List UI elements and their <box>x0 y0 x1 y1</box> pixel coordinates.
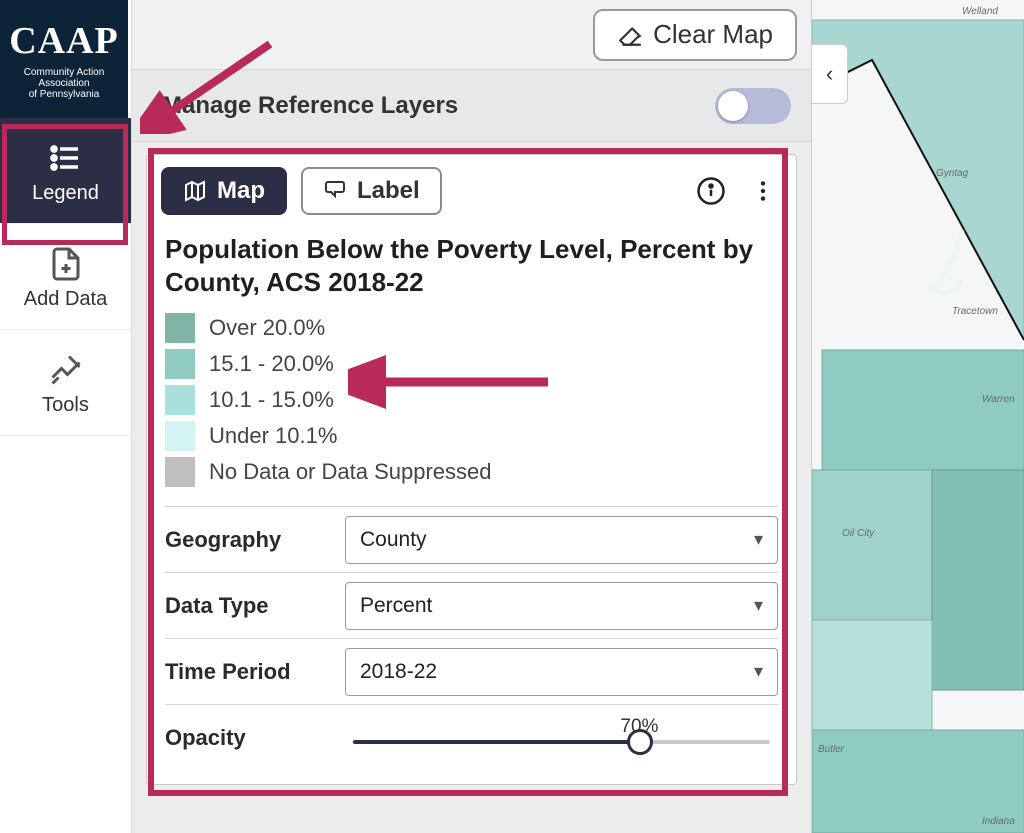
control-opacity: Opacity 70% <box>165 704 778 770</box>
more-vertical-icon <box>750 178 776 204</box>
swatch-0 <box>165 313 195 343</box>
datatype-label: Data Type <box>165 593 345 619</box>
swatch-4 <box>165 457 195 487</box>
legend-panel-column: Clear Map Manage Reference Layers Map La… <box>132 0 812 833</box>
geography-label: Geography <box>165 527 345 553</box>
chevron-down-icon: ▾ <box>754 595 763 616</box>
map-icon <box>183 179 207 203</box>
list-icon <box>48 140 84 176</box>
app-root: CAAP Community Action Association of Pen… <box>0 0 1024 833</box>
map-label-gyntag: Gyntag <box>936 168 968 179</box>
legend-list: Over 20.0% 15.1 - 20.0% 10.1 - 15.0% Und… <box>165 310 778 490</box>
tools-icon <box>48 352 84 388</box>
rail-label-tools: Tools <box>42 394 89 417</box>
tab-map[interactable]: Map <box>161 167 287 215</box>
map-label-warren: Warren <box>982 394 1015 405</box>
legend-row-1: 15.1 - 20.0% <box>165 346 778 382</box>
control-geography: Geography County ▾ <box>165 506 778 572</box>
reference-layers-row: Manage Reference Layers <box>132 70 811 142</box>
legend-row-0: Over 20.0% <box>165 310 778 346</box>
map-canvas[interactable]: ‹ Welland Gyntag Tracetown Warren Oil Ci… <box>812 0 1024 833</box>
tab-label[interactable]: Label <box>301 167 442 215</box>
opacity-value: 70% <box>620 716 658 738</box>
rail-item-legend[interactable]: Legend <box>0 118 131 224</box>
clear-map-label: Clear Map <box>653 19 773 50</box>
chevron-left-icon: ‹ <box>826 61 833 87</box>
layer-card: Map Label Population Below the Poverty L… <box>146 154 797 785</box>
legend-row-2: 10.1 - 15.0% <box>165 382 778 418</box>
legend-row-4: No Data or Data Suppressed <box>165 454 778 490</box>
map-label-oilcity: Oil City <box>842 528 874 539</box>
rail-item-tools[interactable]: Tools <box>0 330 131 436</box>
reference-layers-title: Manage Reference Layers <box>162 92 458 120</box>
rail-item-add-data[interactable]: Add Data <box>0 224 131 330</box>
map-label-welland: Welland <box>962 6 998 17</box>
map-label-tracetown: Tracetown <box>952 306 998 317</box>
swatch-2 <box>165 385 195 415</box>
logo-subtitle: Community Action Association of Pennsylv… <box>24 67 105 100</box>
panel-topbar: Clear Map <box>132 0 811 70</box>
more-button[interactable] <box>744 172 782 210</box>
datatype-select[interactable]: Percent ▾ <box>345 582 778 630</box>
info-icon <box>696 176 726 206</box>
info-button[interactable] <box>692 172 730 210</box>
swatch-1 <box>165 349 195 379</box>
map-svg <box>812 0 1024 833</box>
opacity-label: Opacity <box>165 725 345 751</box>
chevron-down-icon: ▾ <box>754 529 763 550</box>
map-label-butler: Butler <box>818 744 844 755</box>
reference-layers-toggle[interactable] <box>715 88 791 124</box>
control-period: Time Period 2018-22 ▾ <box>165 638 778 704</box>
layer-card-body: Population Below the Poverty Level, Perc… <box>147 227 796 784</box>
geography-select[interactable]: County ▾ <box>345 516 778 564</box>
map-label-indiana: Indiana <box>982 816 1015 827</box>
swatch-3 <box>165 421 195 451</box>
opacity-slider[interactable] <box>353 740 770 744</box>
period-label: Time Period <box>165 659 345 685</box>
eraser-icon <box>617 22 643 48</box>
collapse-panel-button[interactable]: ‹ <box>812 44 848 104</box>
rail-label-legend: Legend <box>32 182 99 205</box>
layer-title: Population Below the Poverty Level, Perc… <box>165 233 778 298</box>
add-file-icon <box>48 246 84 282</box>
rail-label-add-data: Add Data <box>24 288 107 311</box>
layer-card-header: Map Label <box>147 155 796 227</box>
org-logo: CAAP Community Action Association of Pen… <box>0 0 128 118</box>
clear-map-button[interactable]: Clear Map <box>593 9 797 61</box>
period-select[interactable]: 2018-22 ▾ <box>345 648 778 696</box>
label-icon <box>323 179 347 203</box>
chevron-down-icon: ▾ <box>754 661 763 682</box>
control-datatype: Data Type Percent ▾ <box>165 572 778 638</box>
legend-row-3: Under 10.1% <box>165 418 778 454</box>
logo-title: CAAP <box>9 19 119 63</box>
left-rail: CAAP Community Action Association of Pen… <box>0 0 132 833</box>
